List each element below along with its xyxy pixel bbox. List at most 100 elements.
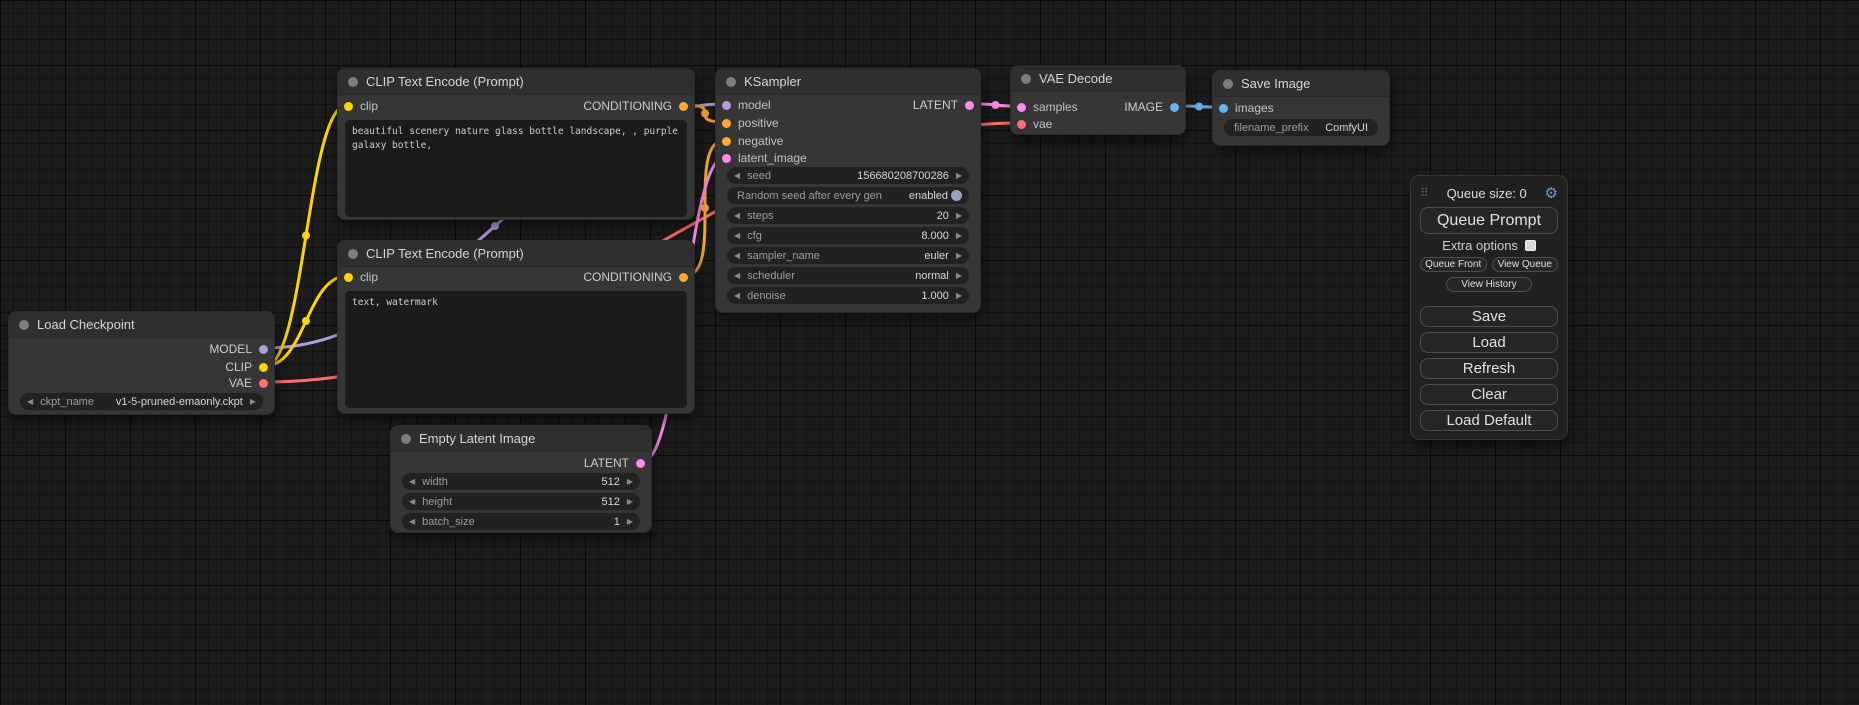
output-slot-model[interactable]: MODEL xyxy=(209,340,268,358)
output-slot-conditioning[interactable]: CONDITIONING xyxy=(583,268,688,286)
node-save-image[interactable]: Save Image images filename_prefix ComfyU… xyxy=(1212,70,1390,146)
node-vae-decode-titlebar[interactable]: VAE Decode xyxy=(1011,66,1185,92)
decrement-arrow-icon[interactable]: ◀ xyxy=(734,212,740,220)
clear-button[interactable]: Clear xyxy=(1420,384,1558,405)
drag-handle-icon[interactable]: ⠿ xyxy=(1420,186,1429,200)
increment-arrow-icon[interactable]: ▶ xyxy=(956,272,962,280)
input-port-dot[interactable] xyxy=(1219,104,1228,113)
queue-prompt-button[interactable]: Queue Prompt xyxy=(1420,207,1558,234)
node-vae-decode[interactable]: VAE Decode samples vae IMAGE xyxy=(1010,65,1186,135)
comfy-menu-panel[interactable]: ⠿ Queue size: 0 ⚙ Queue Prompt Extra opt… xyxy=(1410,175,1568,440)
node-empty-latent-titlebar[interactable]: Empty Latent Image xyxy=(391,426,651,452)
widget-ckpt-name[interactable]: ◀ ckpt_name v1-5-pruned-emaonly.ckpt ▶ xyxy=(20,393,263,410)
input-slot-vae[interactable]: vae xyxy=(1017,115,1052,133)
node-save-image-titlebar[interactable]: Save Image xyxy=(1213,71,1389,97)
load-default-button[interactable]: Load Default xyxy=(1420,410,1558,431)
widget-cfg[interactable]: ◀ cfg 8.000 ▶ xyxy=(727,227,969,244)
increment-arrow-icon[interactable]: ▶ xyxy=(956,292,962,300)
decrement-arrow-icon[interactable]: ◀ xyxy=(27,398,33,406)
increment-arrow-icon[interactable]: ▶ xyxy=(956,212,962,220)
increment-arrow-icon[interactable]: ▶ xyxy=(627,518,633,526)
input-slot-negative[interactable]: negative xyxy=(722,132,783,150)
node-ksampler[interactable]: KSampler model positive negative latent_… xyxy=(715,68,981,313)
toggle-knob-icon[interactable] xyxy=(951,190,962,201)
collapse-dot[interactable] xyxy=(348,77,358,87)
save-button[interactable]: Save xyxy=(1420,306,1558,327)
input-port-dot[interactable] xyxy=(1017,103,1026,112)
collapse-dot[interactable] xyxy=(1021,74,1031,84)
input-slot-latent-image[interactable]: latent_image xyxy=(722,149,807,167)
decrement-arrow-icon[interactable]: ◀ xyxy=(734,232,740,240)
increment-arrow-icon[interactable]: ▶ xyxy=(250,398,256,406)
collapse-dot[interactable] xyxy=(1223,79,1233,89)
input-slot-model[interactable]: model xyxy=(722,96,771,114)
input-slot-positive[interactable]: positive xyxy=(722,114,779,132)
increment-arrow-icon[interactable]: ▶ xyxy=(627,498,633,506)
output-slot-conditioning[interactable]: CONDITIONING xyxy=(583,97,688,115)
refresh-button[interactable]: Refresh xyxy=(1420,358,1558,379)
decrement-arrow-icon[interactable]: ◀ xyxy=(734,292,740,300)
node-ksampler-titlebar[interactable]: KSampler xyxy=(716,69,980,95)
output-slot-latent[interactable]: LATENT xyxy=(584,454,645,472)
decrement-arrow-icon[interactable]: ◀ xyxy=(734,172,740,180)
widget-sampler-name[interactable]: ◀ sampler_name euler ▶ xyxy=(727,247,969,264)
widget-seed[interactable]: ◀ seed 156680208700286 ▶ xyxy=(727,167,969,184)
queue-front-button[interactable]: Queue Front xyxy=(1420,257,1487,272)
input-port-dot[interactable] xyxy=(722,101,731,110)
node-clip-text-encode-positive[interactable]: CLIP Text Encode (Prompt) clip CONDITION… xyxy=(337,68,695,220)
increment-arrow-icon[interactable]: ▶ xyxy=(956,252,962,260)
output-port-dot[interactable] xyxy=(636,459,645,468)
output-port-dot[interactable] xyxy=(679,273,688,282)
decrement-arrow-icon[interactable]: ◀ xyxy=(409,518,415,526)
output-port-dot[interactable] xyxy=(259,363,268,372)
input-port-dot[interactable] xyxy=(344,273,353,282)
collapse-dot[interactable] xyxy=(19,320,29,330)
widget-random-seed-toggle[interactable]: Random seed after every gen enabled xyxy=(727,187,969,204)
widget-denoise[interactable]: ◀ denoise 1.000 ▶ xyxy=(727,287,969,304)
output-port-dot[interactable] xyxy=(259,379,268,388)
collapse-dot[interactable] xyxy=(401,434,411,444)
collapse-dot[interactable] xyxy=(726,77,736,87)
increment-arrow-icon[interactable]: ▶ xyxy=(956,232,962,240)
input-slot-clip[interactable]: clip xyxy=(344,97,378,115)
output-slot-vae[interactable]: VAE xyxy=(229,374,268,392)
node-graph-canvas[interactable]: Load Checkpoint MODEL CLIP VAE ◀ ckpt_na… xyxy=(0,0,1859,705)
input-slot-images[interactable]: images xyxy=(1219,99,1274,117)
output-port-dot[interactable] xyxy=(259,345,268,354)
input-port-dot[interactable] xyxy=(344,102,353,111)
node-empty-latent-image[interactable]: Empty Latent Image LATENT ◀ width 512 ▶ … xyxy=(390,425,652,533)
node-clip-negative-titlebar[interactable]: CLIP Text Encode (Prompt) xyxy=(338,241,694,267)
widget-scheduler[interactable]: ◀ scheduler normal ▶ xyxy=(727,267,969,284)
input-port-dot[interactable] xyxy=(722,154,731,163)
node-clip-text-encode-negative[interactable]: CLIP Text Encode (Prompt) clip CONDITION… xyxy=(337,240,695,414)
input-port-dot[interactable] xyxy=(722,137,731,146)
widget-batch-size[interactable]: ◀ batch_size 1 ▶ xyxy=(402,513,640,530)
input-slot-samples[interactable]: samples xyxy=(1017,98,1078,116)
node-load-checkpoint-titlebar[interactable]: Load Checkpoint xyxy=(9,312,274,338)
view-history-button[interactable]: View History xyxy=(1446,277,1532,292)
output-port-dot[interactable] xyxy=(679,102,688,111)
widget-filename-prefix[interactable]: filename_prefix ComfyUI xyxy=(1224,119,1378,136)
node-load-checkpoint[interactable]: Load Checkpoint MODEL CLIP VAE ◀ ckpt_na… xyxy=(8,311,275,415)
decrement-arrow-icon[interactable]: ◀ xyxy=(409,478,415,486)
negative-prompt-textarea[interactable]: text, watermark xyxy=(345,291,687,408)
decrement-arrow-icon[interactable]: ◀ xyxy=(734,252,740,260)
widget-width[interactable]: ◀ width 512 ▶ xyxy=(402,473,640,490)
load-button[interactable]: Load xyxy=(1420,332,1558,353)
view-queue-button[interactable]: View Queue xyxy=(1492,257,1559,272)
increment-arrow-icon[interactable]: ▶ xyxy=(627,478,633,486)
input-slot-clip[interactable]: clip xyxy=(344,268,378,286)
settings-gear-icon[interactable]: ⚙ xyxy=(1545,186,1558,201)
positive-prompt-textarea[interactable]: beautiful scenery nature glass bottle la… xyxy=(345,120,687,217)
output-slot-latent[interactable]: LATENT xyxy=(913,96,974,114)
decrement-arrow-icon[interactable]: ◀ xyxy=(734,272,740,280)
widget-height[interactable]: ◀ height 512 ▶ xyxy=(402,493,640,510)
collapse-dot[interactable] xyxy=(348,249,358,259)
input-port-dot[interactable] xyxy=(722,119,731,128)
output-port-dot[interactable] xyxy=(965,101,974,110)
output-slot-image[interactable]: IMAGE xyxy=(1124,98,1179,116)
widget-steps[interactable]: ◀ steps 20 ▶ xyxy=(727,207,969,224)
extra-options-checkbox[interactable] xyxy=(1525,240,1536,251)
input-port-dot[interactable] xyxy=(1017,120,1026,129)
node-clip-positive-titlebar[interactable]: CLIP Text Encode (Prompt) xyxy=(338,69,694,95)
